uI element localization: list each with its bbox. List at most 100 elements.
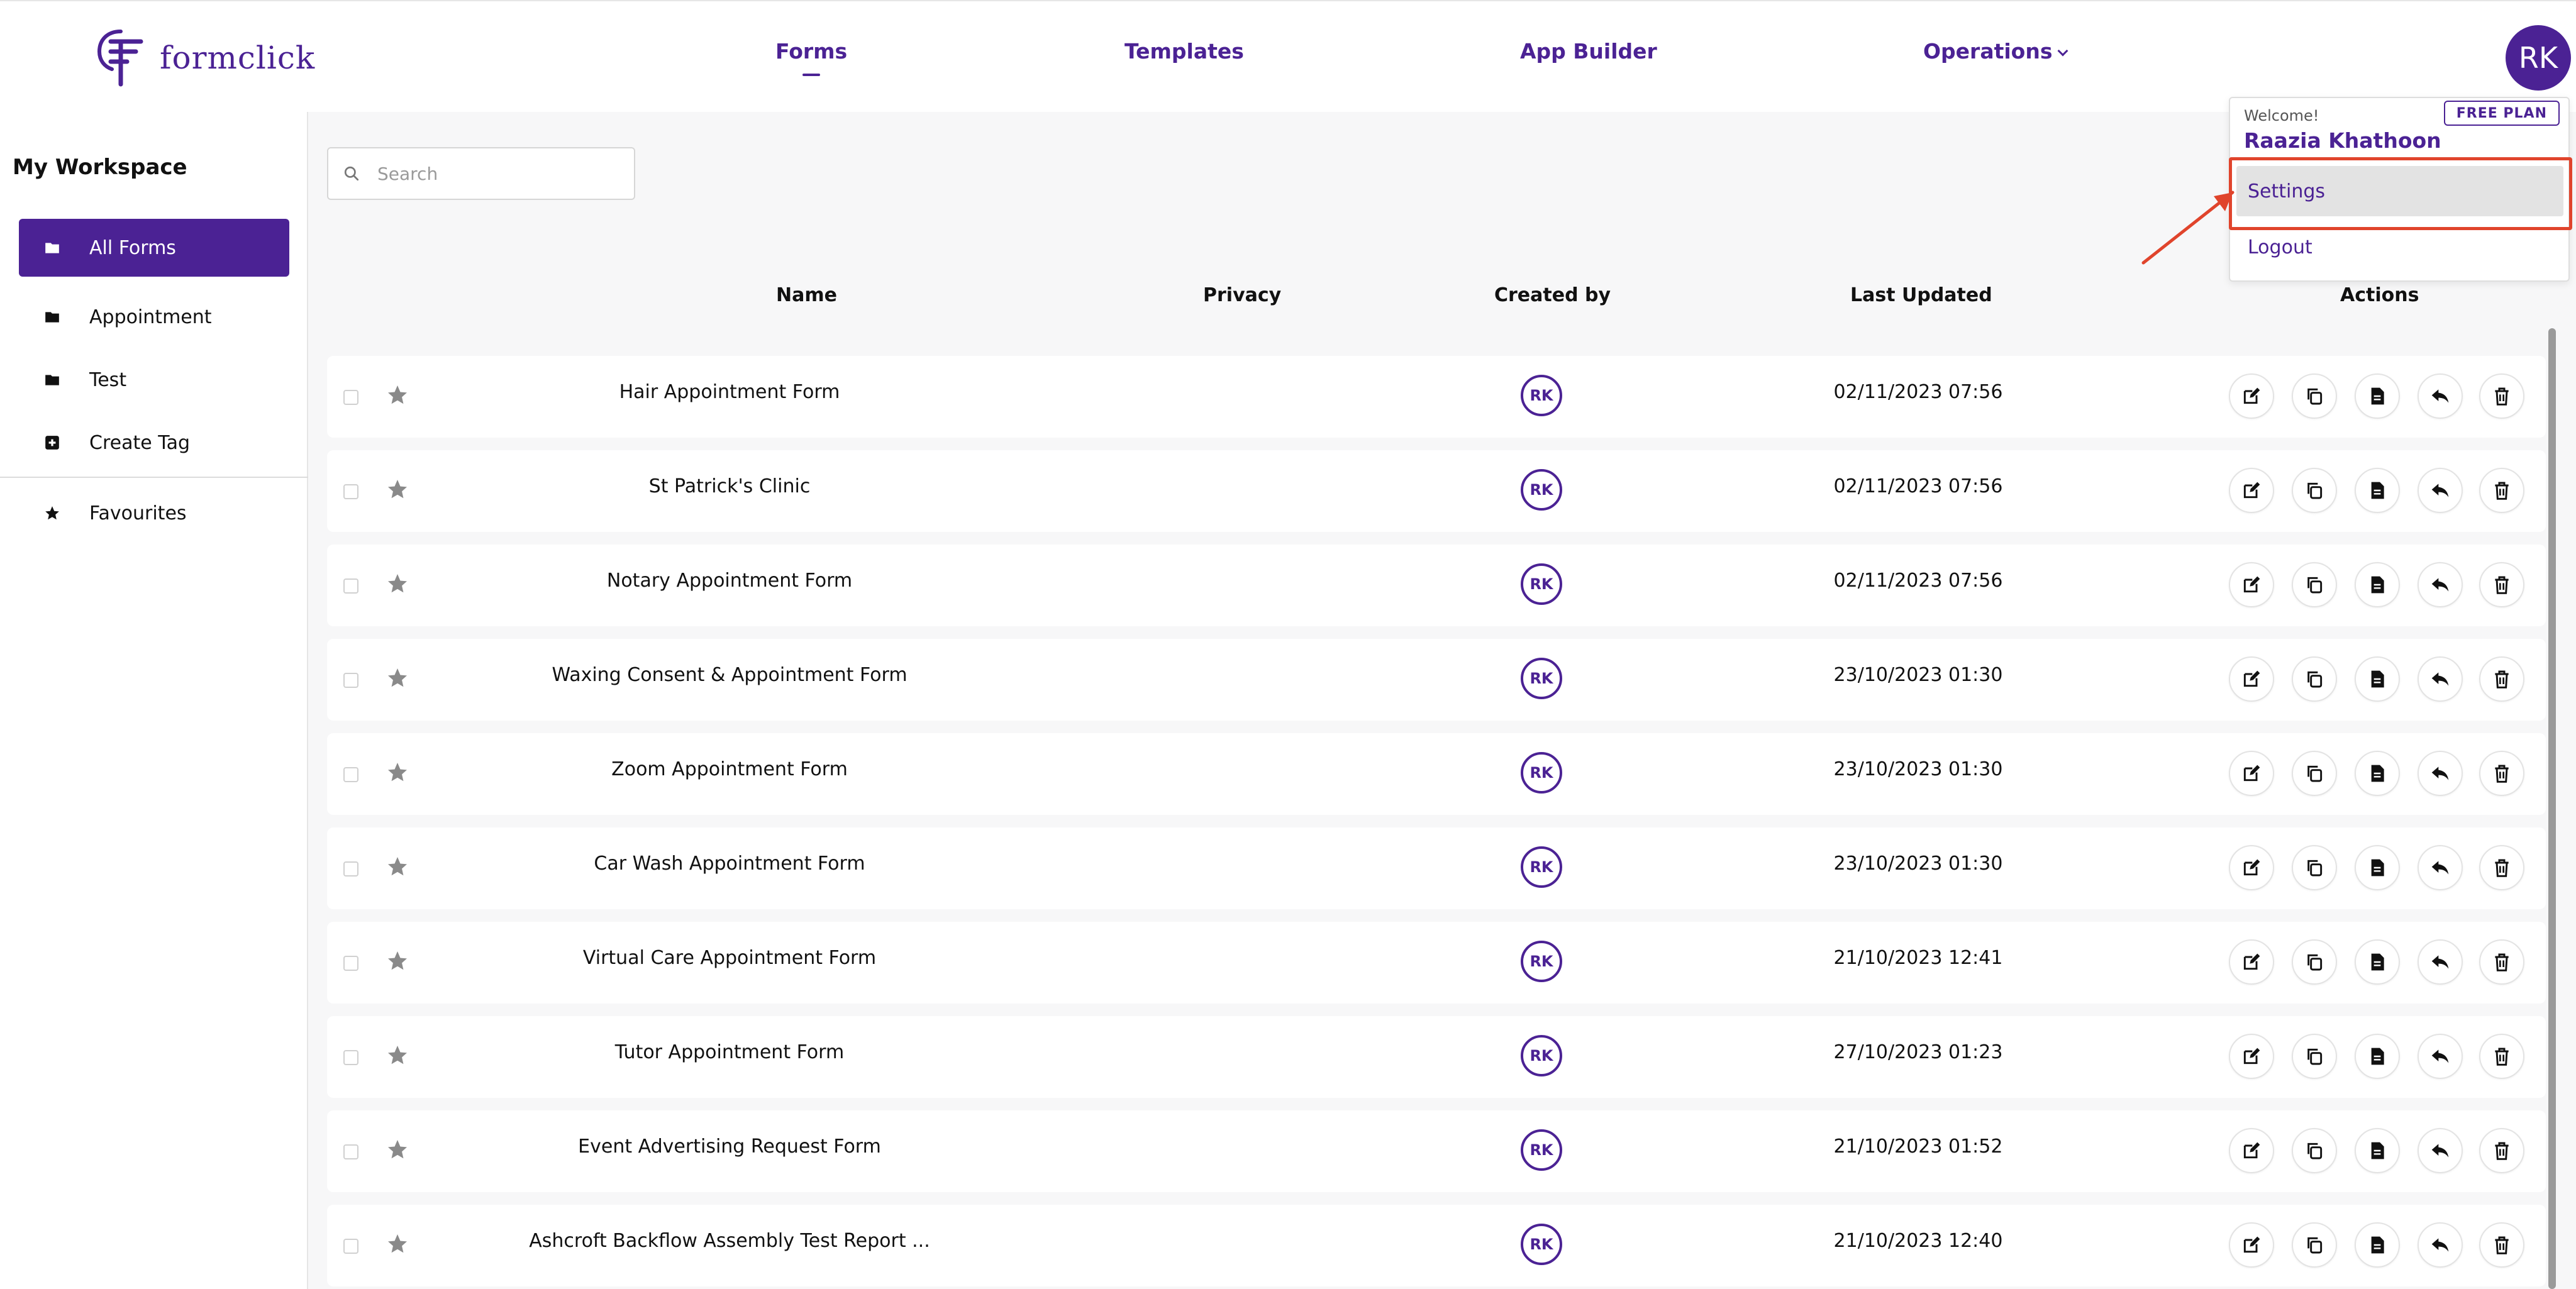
- favourite-star-icon[interactable]: [386, 1232, 409, 1255]
- trash-button[interactable]: [2479, 1222, 2524, 1268]
- form-name[interactable]: St Patrick's Clinic: [478, 475, 981, 497]
- trash-button[interactable]: [2479, 1034, 2524, 1079]
- trash-button[interactable]: [2479, 845, 2524, 890]
- sidebar-item-create-tag[interactable]: Create Tag: [19, 414, 289, 472]
- favourite-star-icon[interactable]: [386, 478, 409, 501]
- document-button[interactable]: [2355, 845, 2400, 890]
- row-checkbox[interactable]: [343, 956, 358, 971]
- edit-button[interactable]: [2229, 656, 2274, 702]
- favourite-star-icon[interactable]: [386, 949, 409, 972]
- edit-button[interactable]: [2229, 845, 2274, 890]
- favourite-star-icon[interactable]: [386, 855, 409, 878]
- favourite-star-icon[interactable]: [386, 761, 409, 783]
- reply-button[interactable]: [2418, 1128, 2463, 1173]
- favourite-star-icon[interactable]: [386, 1044, 409, 1066]
- table-row[interactable]: Virtual Care Appointment Form RK 21/10/202…: [327, 922, 2546, 1004]
- table-row[interactable]: Event Advertising Request Form RK 21/10/20…: [327, 1110, 2546, 1192]
- row-checkbox[interactable]: [343, 1144, 358, 1159]
- edit-button[interactable]: [2229, 1128, 2274, 1173]
- duplicate-button[interactable]: [2292, 1222, 2337, 1268]
- logo[interactable]: formclick: [96, 26, 315, 89]
- reply-button[interactable]: [2418, 1222, 2463, 1268]
- nav-operations[interactable]: Operations: [1923, 39, 2068, 64]
- document-button[interactable]: [2355, 1034, 2400, 1079]
- row-checkbox[interactable]: [343, 1239, 358, 1254]
- table-row[interactable]: Hair Appointment Form RK 02/11/2023 07:56: [327, 356, 2546, 438]
- document-button[interactable]: [2355, 562, 2400, 607]
- duplicate-button[interactable]: [2292, 373, 2337, 419]
- duplicate-button[interactable]: [2292, 468, 2337, 513]
- form-name[interactable]: Tutor Appointment Form: [478, 1041, 981, 1063]
- form-name[interactable]: Event Advertising Request Form: [478, 1136, 981, 1158]
- duplicate-button[interactable]: [2292, 845, 2337, 890]
- reply-button[interactable]: [2418, 845, 2463, 890]
- edit-button[interactable]: [2229, 373, 2274, 419]
- reply-button[interactable]: [2418, 1034, 2463, 1079]
- table-row[interactable]: St Patrick's Clinic RK 02/11/2023 07:56: [327, 450, 2546, 532]
- document-button[interactable]: [2355, 1222, 2400, 1268]
- table-row[interactable]: Tutor Appointment Form RK 27/10/2023 01:23: [327, 1016, 2546, 1098]
- edit-button[interactable]: [2229, 1034, 2274, 1079]
- document-button[interactable]: [2355, 1128, 2400, 1173]
- form-name[interactable]: Car Wash Appointment Form: [478, 853, 981, 875]
- duplicate-button[interactable]: [2292, 939, 2337, 985]
- settings-menu-item[interactable]: Settings: [2236, 166, 2563, 216]
- row-checkbox[interactable]: [343, 861, 358, 877]
- edit-button[interactable]: [2229, 1222, 2274, 1268]
- trash-button[interactable]: [2479, 373, 2524, 419]
- favourite-star-icon[interactable]: [386, 384, 409, 406]
- vertical-scrollbar[interactable]: [2548, 328, 2556, 1289]
- logout-menu-item[interactable]: Logout: [2248, 236, 2312, 258]
- reply-button[interactable]: [2418, 939, 2463, 985]
- duplicate-button[interactable]: [2292, 1034, 2337, 1079]
- document-button[interactable]: [2355, 468, 2400, 513]
- table-row[interactable]: Notary Appointment Form RK 02/11/2023 07:5…: [327, 545, 2546, 626]
- edit-button[interactable]: [2229, 751, 2274, 796]
- row-checkbox[interactable]: [343, 673, 358, 688]
- sidebar-item-appointment[interactable]: Appointment: [19, 288, 289, 346]
- column-header-privacy[interactable]: Privacy: [1203, 284, 1281, 306]
- row-checkbox[interactable]: [343, 1050, 358, 1065]
- trash-button[interactable]: [2479, 562, 2524, 607]
- document-button[interactable]: [2355, 656, 2400, 702]
- user-avatar[interactable]: RK: [2506, 25, 2571, 91]
- row-checkbox[interactable]: [343, 484, 358, 499]
- column-header-last-updated[interactable]: Last Updated: [1850, 284, 1992, 306]
- duplicate-button[interactable]: [2292, 751, 2337, 796]
- form-name[interactable]: Virtual Care Appointment Form: [478, 947, 981, 969]
- form-name[interactable]: Waxing Consent & Appointment Form: [478, 664, 981, 686]
- reply-button[interactable]: [2418, 751, 2463, 796]
- table-row[interactable]: Ashcroft Backflow Assembly Test Report .…: [327, 1205, 2546, 1286]
- trash-button[interactable]: [2479, 1128, 2524, 1173]
- form-name[interactable]: Zoom Appointment Form: [478, 758, 981, 780]
- table-row[interactable]: Car Wash Appointment Form RK 23/10/2023 01…: [327, 827, 2546, 909]
- nav-templates[interactable]: Templates: [1124, 39, 1244, 64]
- nav-app-builder[interactable]: App Builder: [1520, 39, 1657, 64]
- table-row[interactable]: Zoom Appointment Form RK 23/10/2023 01:30: [327, 733, 2546, 815]
- sidebar-item-favourites[interactable]: Favourites: [19, 484, 289, 542]
- column-header-created-by[interactable]: Created by: [1494, 284, 1611, 306]
- sidebar-item-all-forms[interactable]: All Forms: [19, 219, 289, 277]
- duplicate-button[interactable]: [2292, 656, 2337, 702]
- sidebar-item-test[interactable]: Test: [19, 351, 289, 409]
- edit-button[interactable]: [2229, 468, 2274, 513]
- document-button[interactable]: [2355, 751, 2400, 796]
- trash-button[interactable]: [2479, 468, 2524, 513]
- nav-forms[interactable]: Forms: [775, 39, 847, 76]
- trash-button[interactable]: [2479, 656, 2524, 702]
- reply-button[interactable]: [2418, 656, 2463, 702]
- search-input[interactable]: [377, 163, 616, 184]
- row-checkbox[interactable]: [343, 767, 358, 782]
- duplicate-button[interactable]: [2292, 1128, 2337, 1173]
- form-name[interactable]: Notary Appointment Form: [478, 570, 981, 592]
- edit-button[interactable]: [2229, 562, 2274, 607]
- reply-button[interactable]: [2418, 373, 2463, 419]
- trash-button[interactable]: [2479, 751, 2524, 796]
- favourite-star-icon[interactable]: [386, 667, 409, 689]
- form-name[interactable]: Ashcroft Backflow Assembly Test Report .…: [478, 1230, 981, 1252]
- row-checkbox[interactable]: [343, 578, 358, 594]
- reply-button[interactable]: [2418, 468, 2463, 513]
- form-name[interactable]: Hair Appointment Form: [478, 381, 981, 403]
- document-button[interactable]: [2355, 373, 2400, 419]
- favourite-star-icon[interactable]: [386, 572, 409, 595]
